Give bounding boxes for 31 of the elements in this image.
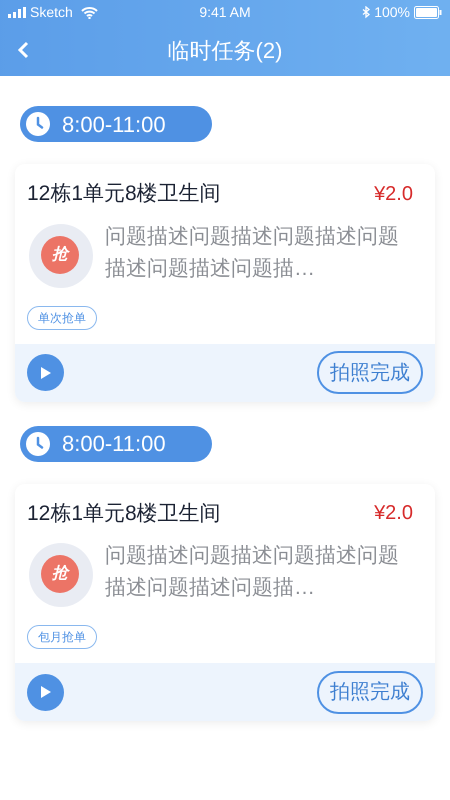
back-icon (18, 41, 28, 59)
order-type-tag: 单次抢单 (27, 306, 97, 330)
battery-icon (414, 6, 442, 19)
task-card[interactable]: 12栋1单元8楼卫生间 ¥2.0 抢 问题描述问题描述问题描述问题描述问题描述问题描… 单次抢单 拍照完成 (15, 164, 435, 402)
play-button[interactable] (27, 354, 64, 391)
task-location: 12栋1单元8楼卫生间 (27, 500, 221, 526)
task-price: ¥2.0 (374, 501, 413, 526)
photo-complete-button[interactable]: 拍照完成 (317, 670, 423, 714)
play-icon (40, 685, 52, 699)
time-range: 8:00-11:00 (62, 430, 166, 458)
carrier-name: Sketch (30, 3, 73, 22)
grab-badge-text: 抢 (52, 244, 68, 264)
battery-percent: 100% (374, 3, 410, 22)
order-type-tag: 包月抢单 (27, 625, 97, 649)
task-description: 问题描述问题描述问题描述问题描述问题描述问题描… (105, 224, 400, 282)
bluetooth-icon (362, 6, 370, 19)
signal-icon (8, 7, 26, 18)
task-card[interactable]: 12栋1单元8楼卫生间 ¥2.0 抢 问题描述问题描述问题描述问题描述问题描述问题描… 包月抢单 拍照完成 (15, 484, 435, 721)
time-range: 8:00-11:00 (62, 110, 166, 138)
wifi-icon (80, 6, 98, 18)
clock-icon (26, 432, 50, 456)
clock-time: 9:41 AM (198, 3, 252, 22)
clock-icon (26, 112, 50, 136)
play-button[interactable] (27, 674, 64, 710)
task-price: ¥2.0 (374, 182, 413, 207)
task-location: 12栋1单元8楼卫生间 (27, 181, 221, 207)
page-title: 临时任务(2) (168, 37, 282, 65)
task-description: 问题描述问题描述问题描述问题描述问题描述问题描… (105, 543, 400, 601)
play-icon (40, 366, 52, 380)
photo-complete-button[interactable]: 拍照完成 (317, 351, 423, 394)
grab-badge-text: 抢 (52, 564, 68, 584)
